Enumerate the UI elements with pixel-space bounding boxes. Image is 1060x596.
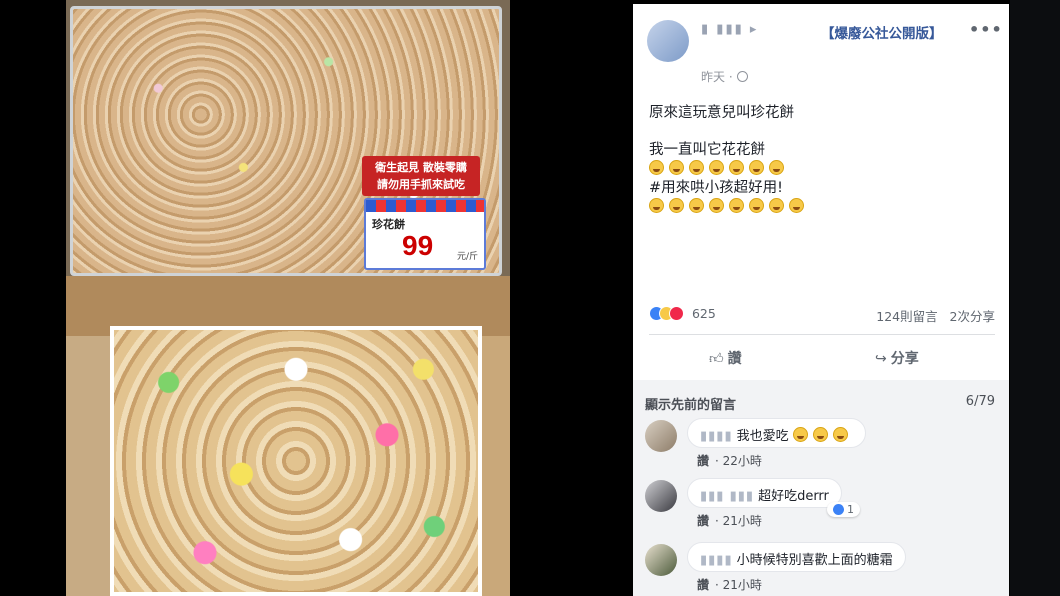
- author-name-blurred[interactable]: ▮ ▮▮▮ ▸: [701, 22, 758, 37]
- laughing-emoji-icon: [709, 160, 724, 175]
- more-options-icon[interactable]: •••: [969, 20, 1003, 39]
- comment-like-link[interactable]: 讚: [697, 454, 709, 468]
- cookie-closeup-inset: [110, 326, 482, 596]
- comment-text: 小時候特別喜歡上面的糖霜: [736, 553, 893, 568]
- like-button[interactable]: 👍︎ 讚: [709, 348, 742, 368]
- laughing-emoji-icon: [729, 160, 744, 175]
- post-card: ▮ ▮▮▮ ▸ 【爆廢公社公開版】 ••• 昨天 · 原來這玩意兒叫珍花餅 我一…: [633, 4, 1009, 380]
- comment-meta: 讚 · 21小時: [697, 578, 762, 592]
- comment-bubble: ▮▮▮▮ 我也愛吃: [687, 418, 866, 448]
- laughing-emoji-icon: [689, 160, 704, 175]
- smile-emoji-icon: [769, 198, 784, 213]
- comment-time[interactable]: 21小時: [723, 514, 762, 528]
- comments-shares: 124則留言 2次分享: [876, 306, 995, 325]
- comment-text: 我也愛吃: [736, 429, 789, 444]
- like-button-label: 讚: [727, 351, 742, 367]
- price-tag-unit: 元/斤: [456, 252, 478, 262]
- group-name-link[interactable]: 【爆廢公社公開版】: [821, 22, 943, 42]
- laughing-emoji-icon: [749, 160, 764, 175]
- comment-reactions[interactable]: 1: [827, 502, 860, 517]
- shares-count[interactable]: 2次分享: [950, 309, 995, 324]
- comment-like-link[interactable]: 讚: [697, 514, 709, 528]
- price-tag-stripe: [366, 200, 484, 212]
- screenshot: 衛生起見 散裝零購 請勿用手抓來試吃 珍花餅 99 元/斤 ▮ ▮▮▮ ▸ 【爆…: [0, 0, 1060, 596]
- commenter-avatar[interactable]: [645, 420, 677, 452]
- background-page-edge: [1010, 0, 1060, 596]
- reaction-count[interactable]: 625: [692, 306, 716, 321]
- price-tag: 珍花餅 99 元/斤: [364, 198, 486, 270]
- post-text: 原來這玩意兒叫珍花餅 我一直叫它花花餅 #用來哄小孩超好用!: [649, 104, 809, 217]
- author-avatar[interactable]: [647, 20, 689, 62]
- hygiene-warning-sign: 衛生起見 散裝零購 請勿用手抓來試吃: [362, 156, 480, 196]
- comments-page-count: 6/79: [965, 394, 995, 409]
- show-previous-comments-link[interactable]: 顯示先前的留言: [645, 394, 736, 413]
- smile-emoji-icon: [709, 198, 724, 213]
- comment-text: 超好吃derrr: [758, 489, 829, 504]
- comment-meta: 讚 · 22小時: [697, 454, 762, 468]
- post-line-2: 我一直叫它花花餅: [649, 142, 765, 158]
- post-timestamp[interactable]: 昨天 ·: [701, 68, 748, 85]
- post-actions: 👍︎ 讚 ↪ 分享: [649, 340, 995, 374]
- like-reaction-icon: [833, 504, 844, 515]
- time-label: 昨天 ·: [701, 70, 733, 84]
- share-button-label: 分享: [890, 351, 919, 367]
- commenter-name-blurred[interactable]: ▮▮▮▮: [700, 429, 733, 444]
- laughing-emoji-row: [649, 160, 809, 179]
- globe-icon: [736, 71, 748, 82]
- thumbs-up-icon: 👍︎: [709, 351, 724, 367]
- laughing-emoji-icon: [769, 160, 784, 175]
- shocked-emoji-icon: [812, 427, 828, 442]
- warning-line-1: 衛生起見 散裝零購: [375, 161, 467, 174]
- post-stats: 625 124則留言 2次分享: [649, 306, 995, 326]
- smile-emoji-icon: [689, 198, 704, 213]
- price-tag-value: 99: [402, 230, 434, 261]
- comment-bubble: ▮▮▮ ▮▮▮ 超好吃derrr: [687, 478, 842, 508]
- smile-emoji-icon: [669, 198, 684, 213]
- commenter-name-blurred[interactable]: ▮▮▮ ▮▮▮: [700, 489, 754, 504]
- smile-emoji-icon: [749, 198, 764, 213]
- shocked-emoji-icon: [832, 427, 848, 442]
- smile-emoji-row: [649, 198, 809, 217]
- commenter-name-blurred[interactable]: ▮▮▮▮: [700, 553, 733, 568]
- love-reaction-icon[interactable]: [669, 306, 684, 321]
- laughing-emoji-icon: [649, 160, 664, 175]
- smile-emoji-icon: [649, 198, 664, 213]
- comment-bubble: ▮▮▮▮ 小時候特別喜歡上面的糖霜: [687, 542, 906, 572]
- shocked-emoji-icon: [792, 427, 808, 442]
- comment-like-link[interactable]: 讚: [697, 578, 709, 592]
- price-tag-name: 珍花餅: [372, 218, 405, 231]
- comment-reaction-count: 1: [847, 503, 854, 516]
- comment-meta: 讚 · 21小時: [697, 514, 762, 528]
- post-photo[interactable]: 衛生起見 散裝零購 請勿用手抓來試吃 珍花餅 99 元/斤: [66, 0, 510, 596]
- commenter-avatar[interactable]: [645, 544, 677, 576]
- comment-time[interactable]: 21小時: [723, 578, 762, 592]
- share-arrow-icon: ↪: [875, 351, 887, 367]
- comments-count[interactable]: 124則留言: [876, 309, 937, 324]
- laughing-emoji-icon: [669, 160, 684, 175]
- smile-emoji-icon: [789, 198, 804, 213]
- comment-time[interactable]: 22小時: [723, 454, 762, 468]
- commenter-avatar[interactable]: [645, 480, 677, 512]
- share-button[interactable]: ↪ 分享: [875, 348, 919, 368]
- smile-emoji-icon: [729, 198, 744, 213]
- warning-line-2: 請勿用手抓來試吃: [377, 178, 465, 191]
- post-hashtag-line: #用來哄小孩超好用!: [649, 180, 783, 196]
- divider: [649, 334, 995, 335]
- comments-section: 顯示先前的留言 6/79 ▮▮▮▮ 我也愛吃 讚 · 22小時 ▮▮▮ ▮▮▮ 超好吃…: [633, 380, 1009, 596]
- post-line-1: 原來這玩意兒叫珍花餅: [649, 105, 794, 121]
